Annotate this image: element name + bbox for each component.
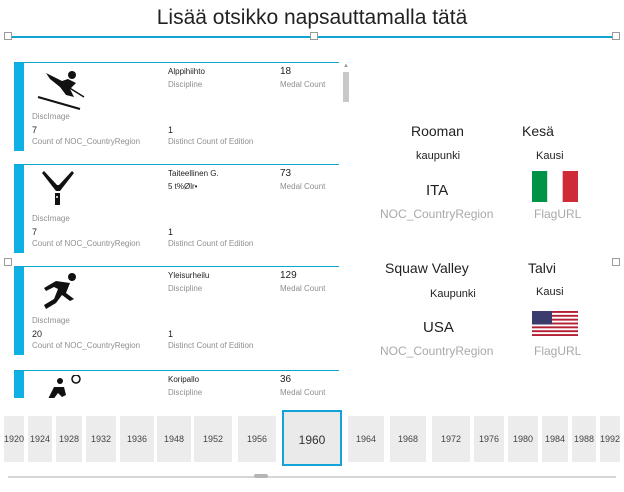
- season-value: Talvi: [528, 260, 557, 276]
- medal-count-value: 73: [280, 168, 292, 179]
- noc-label: NOC_CountryRegion: [380, 207, 494, 221]
- year-tile[interactable]: 1920: [4, 416, 24, 462]
- card-list-scrollbar[interactable]: ▲: [342, 62, 350, 398]
- host-city-label: kaupunki: [416, 150, 461, 162]
- noc-value: ITA: [426, 182, 449, 199]
- count-noc-value: 20: [32, 329, 43, 339]
- discipline-label: Discipline: [168, 388, 203, 397]
- resize-handle[interactable]: [4, 32, 12, 40]
- count-noc-value: 7: [32, 125, 38, 135]
- medal-count-label: Medal Count: [280, 80, 326, 89]
- flag-url-label: FlagURL: [534, 344, 582, 358]
- basketball-icon: [32, 374, 88, 398]
- noc-value: USA: [423, 319, 454, 336]
- page-title[interactable]: Lisää otsikko napsauttamalla tätä: [0, 6, 624, 30]
- resize-handle[interactable]: [612, 258, 620, 266]
- year-tile[interactable]: 1932: [86, 416, 116, 462]
- year-tile[interactable]: 1924: [28, 416, 52, 462]
- distinct-edition-label: Distinct Count of Edition: [168, 137, 254, 146]
- resize-handle[interactable]: [4, 258, 12, 266]
- discipline-card[interactable]: Koripallo Discipline 36 Medal Count: [14, 370, 339, 398]
- season-label: Kausi: [536, 286, 564, 298]
- resize-handle[interactable]: [612, 32, 620, 40]
- noc-label: NOC_CountryRegion: [380, 344, 494, 358]
- scroll-up-arrow-icon[interactable]: ▲: [342, 62, 350, 70]
- card-accent-stripe: [14, 267, 24, 355]
- disc-image-label: DiscImage: [32, 316, 70, 325]
- host-city-value: Rooman: [411, 123, 464, 139]
- card-accent-stripe: [14, 371, 24, 398]
- discipline-card-list[interactable]: Alppihiihto Discipline 18 Medal Count Di…: [14, 62, 339, 398]
- host-city-value: Squaw Valley: [385, 260, 469, 276]
- discipline-label: Discipline: [168, 284, 203, 293]
- year-tile[interactable]: 1952: [194, 416, 232, 462]
- medal-count-label: Medal Count: [280, 182, 326, 191]
- usa-flag-image: [532, 311, 578, 341]
- year-timeline-slicer[interactable]: 1920 1924 1928 1932 1936 1948 1952 1956 …: [0, 404, 624, 474]
- season-value: Kesä: [522, 123, 554, 139]
- discipline-card[interactable]: Alppihiihto Discipline 18 Medal Count Di…: [14, 62, 339, 151]
- count-noc-label: Count of NOC_CountryRegion: [32, 341, 141, 350]
- disc-image-label: DiscImage: [32, 214, 70, 223]
- count-noc-label: Count of NOC_CountryRegion: [32, 137, 141, 146]
- year-tile-selected[interactable]: 1960: [282, 410, 342, 466]
- year-tile[interactable]: 1928: [56, 416, 82, 462]
- medal-count-value: 18: [280, 66, 292, 77]
- discipline-value: Taiteellinen G.: [168, 169, 219, 178]
- year-tile[interactable]: 1980: [508, 416, 538, 462]
- count-noc-label: Count of NOC_CountryRegion: [32, 239, 141, 248]
- year-tile[interactable]: 1968: [390, 416, 426, 462]
- distinct-edition-value: 1: [168, 329, 174, 339]
- discipline-value: Yleisurheilu: [168, 271, 210, 280]
- medal-count-value: 129: [280, 270, 297, 281]
- gymnastics-icon: [32, 169, 88, 213]
- count-noc-value: 7: [32, 227, 38, 237]
- season-label: Kausi: [536, 150, 564, 162]
- medal-count-value: 36: [280, 374, 292, 385]
- discipline-card[interactable]: Taiteellinen G. 5 t%Ølr• 73 Medal Count …: [14, 164, 339, 253]
- athletics-icon: [32, 271, 88, 315]
- discipline-value: Alppihiihto: [168, 67, 205, 76]
- flag-url-label: FlagURL: [534, 207, 582, 221]
- medal-count-label: Medal Count: [280, 388, 326, 397]
- distinct-edition-value: 1: [168, 227, 174, 237]
- italy-flag-image: [532, 171, 578, 207]
- discipline-label: Discipline: [168, 80, 203, 89]
- timeline-scroll-handle[interactable]: [254, 474, 268, 478]
- year-tile[interactable]: 1936: [120, 416, 154, 462]
- distinct-edition-label: Distinct Count of Edition: [168, 239, 254, 248]
- discipline-card[interactable]: Yleisurheilu Discipline 129 Medal Count …: [14, 266, 339, 355]
- card-accent-stripe: [14, 165, 24, 253]
- distinct-edition-label: Distinct Count of Edition: [168, 341, 254, 350]
- scrollbar-thumb[interactable]: [343, 72, 349, 102]
- year-tile[interactable]: 1964: [348, 416, 384, 462]
- discipline-value: Koripallo: [168, 375, 200, 384]
- year-tile[interactable]: 1984: [542, 416, 568, 462]
- year-tile[interactable]: 1956: [238, 416, 276, 462]
- year-tile[interactable]: 1972: [432, 416, 470, 462]
- year-tile[interactable]: 1976: [474, 416, 504, 462]
- host-city-label: Kaupunki: [430, 288, 476, 300]
- timeline-track: [8, 476, 616, 478]
- resize-handle[interactable]: [310, 32, 318, 40]
- distinct-edition-value: 1: [168, 125, 174, 135]
- medal-count-label: Medal Count: [280, 284, 326, 293]
- alpine-skiing-icon: [32, 67, 88, 111]
- year-tile[interactable]: 1992: [600, 416, 620, 462]
- disc-image-label: DiscImage: [32, 112, 70, 121]
- year-tile[interactable]: 1988: [572, 416, 596, 462]
- year-tile[interactable]: 1948: [157, 416, 191, 462]
- card-accent-stripe: [14, 63, 24, 151]
- discipline-label: 5 t%Ølr•: [168, 182, 198, 191]
